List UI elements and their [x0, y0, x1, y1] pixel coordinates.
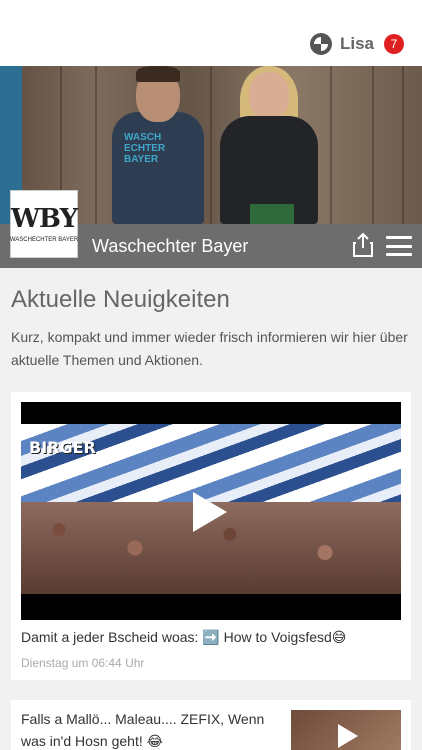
- video-label: BIRGER: [29, 438, 96, 457]
- page-intro: Kurz, kompakt und immer wieder frisch in…: [11, 329, 408, 368]
- post-text: Falls a Mallö... Maleau.... ZEFIX, Wenn …: [21, 711, 265, 749]
- share-button[interactable]: [351, 232, 375, 258]
- page-title: Aktuelle Neuigkeiten: [11, 286, 230, 313]
- hamburger-menu-button[interactable]: [386, 236, 412, 256]
- share-icon: [353, 232, 373, 257]
- brand-logo[interactable]: WBY WASCHECHTER BAYER: [10, 190, 78, 258]
- play-icon[interactable]: [338, 724, 358, 748]
- logo-mark: WBY: [10, 204, 78, 234]
- top-bar: Lisa 7: [0, 0, 422, 66]
- video-player[interactable]: BIRGER: [21, 402, 401, 620]
- hero-shirt-text: WASCH ECHTER BAYER: [124, 132, 166, 165]
- play-icon[interactable]: [193, 492, 227, 532]
- notification-badge[interactable]: 7: [384, 34, 404, 54]
- hamburger-menu-icon: [386, 236, 412, 239]
- news-post[interactable]: Falls a Mallö... Maleau.... ZEFIX, Wenn …: [11, 700, 411, 750]
- site-title: Waschechter Bayer: [92, 236, 249, 256]
- user-status-icon: [309, 33, 332, 55]
- video-thumbnail[interactable]: [291, 710, 401, 750]
- man-figure: [112, 112, 204, 224]
- user-menu[interactable]: Lisa 7: [309, 30, 404, 58]
- user-name: Lisa: [339, 34, 374, 53]
- post-text: Damit a jeder Bscheid woas: ➡️ How to Vo…: [21, 629, 347, 645]
- news-post[interactable]: BIRGER Damit a jeder Bscheid woas: ➡️ Ho…: [11, 392, 411, 680]
- post-timestamp: Dienstag um 06:44 Uhr: [21, 656, 145, 670]
- logo-subtitle: WASCHECHTER BAYER: [9, 237, 79, 243]
